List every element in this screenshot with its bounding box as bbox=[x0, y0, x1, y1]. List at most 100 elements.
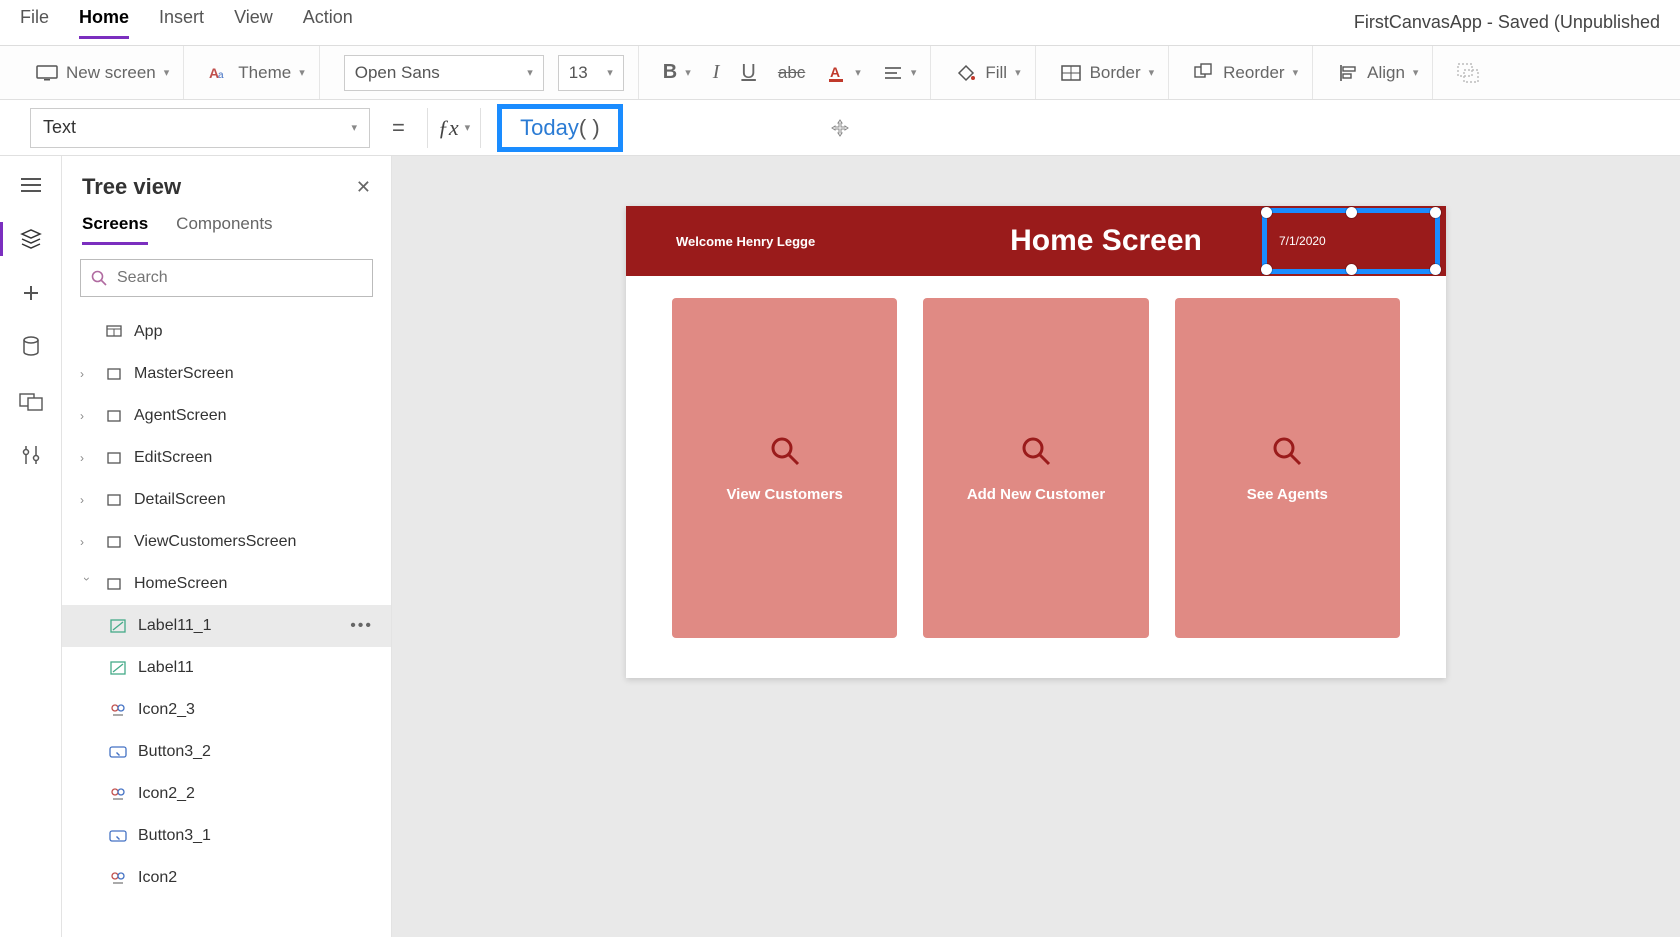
svg-text:a: a bbox=[218, 70, 224, 81]
cards-row: View Customers Add New Customer See Agen… bbox=[626, 276, 1446, 678]
app-canvas[interactable]: Welcome Henry Legge Home Screen 7/1/2020… bbox=[626, 206, 1446, 678]
strikethrough-button[interactable]: abc bbox=[778, 63, 805, 83]
control-icon bbox=[108, 871, 128, 885]
tab-components[interactable]: Components bbox=[176, 214, 272, 245]
insert-rail-icon[interactable] bbox=[18, 280, 44, 306]
align-lines-icon bbox=[883, 65, 903, 81]
resize-handle[interactable] bbox=[1261, 207, 1272, 218]
tree-node-masterscreen[interactable]: › MasterScreen bbox=[62, 353, 391, 395]
resize-handle[interactable] bbox=[1261, 264, 1272, 275]
card-label: View Customers bbox=[726, 486, 842, 503]
search-icon bbox=[91, 270, 107, 286]
resize-handle[interactable] bbox=[1430, 207, 1441, 218]
search-field[interactable] bbox=[117, 269, 362, 287]
button-icon bbox=[108, 745, 128, 759]
card-see-agents[interactable]: See Agents bbox=[1175, 298, 1400, 638]
font-select[interactable]: Open Sans▾ bbox=[344, 55, 544, 91]
card-view-customers[interactable]: View Customers bbox=[672, 298, 897, 638]
resize-handle[interactable] bbox=[1430, 264, 1441, 275]
screen-icon bbox=[104, 536, 124, 548]
move-cursor-icon bbox=[830, 118, 850, 138]
app-title: FirstCanvasApp - Saved (Unpublished bbox=[1354, 12, 1660, 33]
tree-node-viewcustomersscreen[interactable]: › ViewCustomersScreen bbox=[62, 521, 391, 563]
property-select[interactable]: Text▾ bbox=[30, 108, 370, 148]
control-icon bbox=[108, 703, 128, 717]
resize-handle[interactable] bbox=[1346, 264, 1357, 275]
label-icon bbox=[108, 619, 128, 633]
formula-text[interactable]: Today( ) bbox=[520, 115, 599, 141]
tree-list: App › MasterScreen › AgentScreen › EditS… bbox=[62, 311, 391, 937]
left-rail bbox=[0, 156, 62, 937]
tree-node-button3-2[interactable]: Button3_2 bbox=[62, 731, 391, 773]
control-icon bbox=[108, 787, 128, 801]
reorder-button[interactable]: Reorder▾ bbox=[1223, 63, 1298, 83]
border-button[interactable]: Border▾ bbox=[1090, 63, 1155, 83]
reorder-icon bbox=[1193, 62, 1215, 84]
screen-icon bbox=[104, 578, 124, 590]
close-icon[interactable]: ✕ bbox=[356, 177, 371, 198]
tree-node-homescreen[interactable]: › HomeScreen bbox=[62, 563, 391, 605]
group-icon[interactable] bbox=[1457, 62, 1479, 84]
menu-action[interactable]: Action bbox=[303, 7, 353, 39]
tree-view-panel: Tree view ✕ Screens Components App › Mas… bbox=[62, 156, 392, 937]
fill-icon bbox=[955, 62, 977, 84]
border-icon bbox=[1060, 62, 1082, 84]
media-rail-icon[interactable] bbox=[18, 388, 44, 414]
tab-screens[interactable]: Screens bbox=[82, 214, 148, 245]
new-screen-icon bbox=[36, 62, 58, 84]
resize-handle[interactable] bbox=[1346, 207, 1357, 218]
hamburger-icon[interactable] bbox=[18, 172, 44, 198]
tree-view-rail-icon[interactable] bbox=[18, 226, 44, 252]
tree-node-editscreen[interactable]: › EditScreen bbox=[62, 437, 391, 479]
underline-button[interactable]: U bbox=[741, 61, 755, 84]
screen-icon bbox=[104, 368, 124, 380]
menu-file[interactable]: File bbox=[20, 7, 49, 39]
tree-node-label11[interactable]: Label11 bbox=[62, 647, 391, 689]
menu-home[interactable]: Home bbox=[79, 7, 129, 39]
button-icon bbox=[108, 829, 128, 843]
more-icon[interactable]: ••• bbox=[350, 617, 373, 635]
menu-insert[interactable]: Insert bbox=[159, 7, 204, 39]
bold-button[interactable]: B▾ bbox=[663, 61, 691, 84]
canvas-area[interactable]: Welcome Henry Legge Home Screen 7/1/2020… bbox=[392, 156, 1680, 937]
tree-node-icon2[interactable]: Icon2 bbox=[62, 857, 391, 899]
advanced-tools-rail-icon[interactable] bbox=[18, 442, 44, 468]
fx-button[interactable]: ƒx▾ bbox=[427, 108, 481, 148]
tree-search-input[interactable] bbox=[80, 259, 373, 297]
tree-node-detailscreen[interactable]: › DetailScreen bbox=[62, 479, 391, 521]
menu-view[interactable]: View bbox=[234, 7, 273, 39]
font-size-select[interactable]: 13▾ bbox=[558, 55, 624, 91]
top-menu-bar: File Home Insert View Action FirstCanvas… bbox=[0, 0, 1680, 46]
italic-button[interactable]: I bbox=[713, 61, 720, 84]
selected-date-label[interactable]: 7/1/2020 bbox=[1262, 208, 1440, 274]
tree-node-button3-1[interactable]: Button3_1 bbox=[62, 815, 391, 857]
card-label: Add New Customer bbox=[967, 486, 1105, 503]
svg-text:A: A bbox=[830, 64, 840, 80]
date-text: 7/1/2020 bbox=[1279, 234, 1326, 248]
tree-node-icon2-2[interactable]: Icon2_2 bbox=[62, 773, 391, 815]
search-icon bbox=[768, 434, 802, 468]
data-rail-icon[interactable] bbox=[18, 334, 44, 360]
tree-node-label11-1[interactable]: Label11_1 ••• bbox=[62, 605, 391, 647]
text-align-button[interactable]: ▾ bbox=[883, 65, 917, 81]
tree-node-icon2-3[interactable]: Icon2_3 bbox=[62, 689, 391, 731]
tree-view-title: Tree view bbox=[82, 174, 181, 200]
search-icon bbox=[1270, 434, 1304, 468]
align-button[interactable]: Align▾ bbox=[1367, 63, 1418, 83]
theme-button[interactable]: Theme▾ bbox=[238, 63, 304, 83]
new-screen-button[interactable]: New screen▾ bbox=[66, 63, 169, 83]
font-color-button[interactable]: A▾ bbox=[827, 63, 861, 83]
canvas-header: Welcome Henry Legge Home Screen 7/1/2020 bbox=[626, 206, 1446, 276]
card-label: See Agents bbox=[1247, 486, 1328, 503]
fill-button[interactable]: Fill▾ bbox=[985, 63, 1020, 83]
card-add-customer[interactable]: Add New Customer bbox=[923, 298, 1148, 638]
label-icon bbox=[108, 661, 128, 675]
formula-input-highlight[interactable]: Today( ) bbox=[497, 104, 622, 152]
ribbon-toolbar: New screen▾ Aa Theme▾ Open Sans▾ 13▾ B▾ … bbox=[0, 46, 1680, 100]
tree-node-app[interactable]: App bbox=[62, 311, 391, 353]
font-color-icon: A bbox=[827, 63, 847, 83]
tree-node-agentscreen[interactable]: › AgentScreen bbox=[62, 395, 391, 437]
align-icon bbox=[1337, 62, 1359, 84]
screen-icon bbox=[104, 452, 124, 464]
app-icon bbox=[104, 325, 124, 339]
